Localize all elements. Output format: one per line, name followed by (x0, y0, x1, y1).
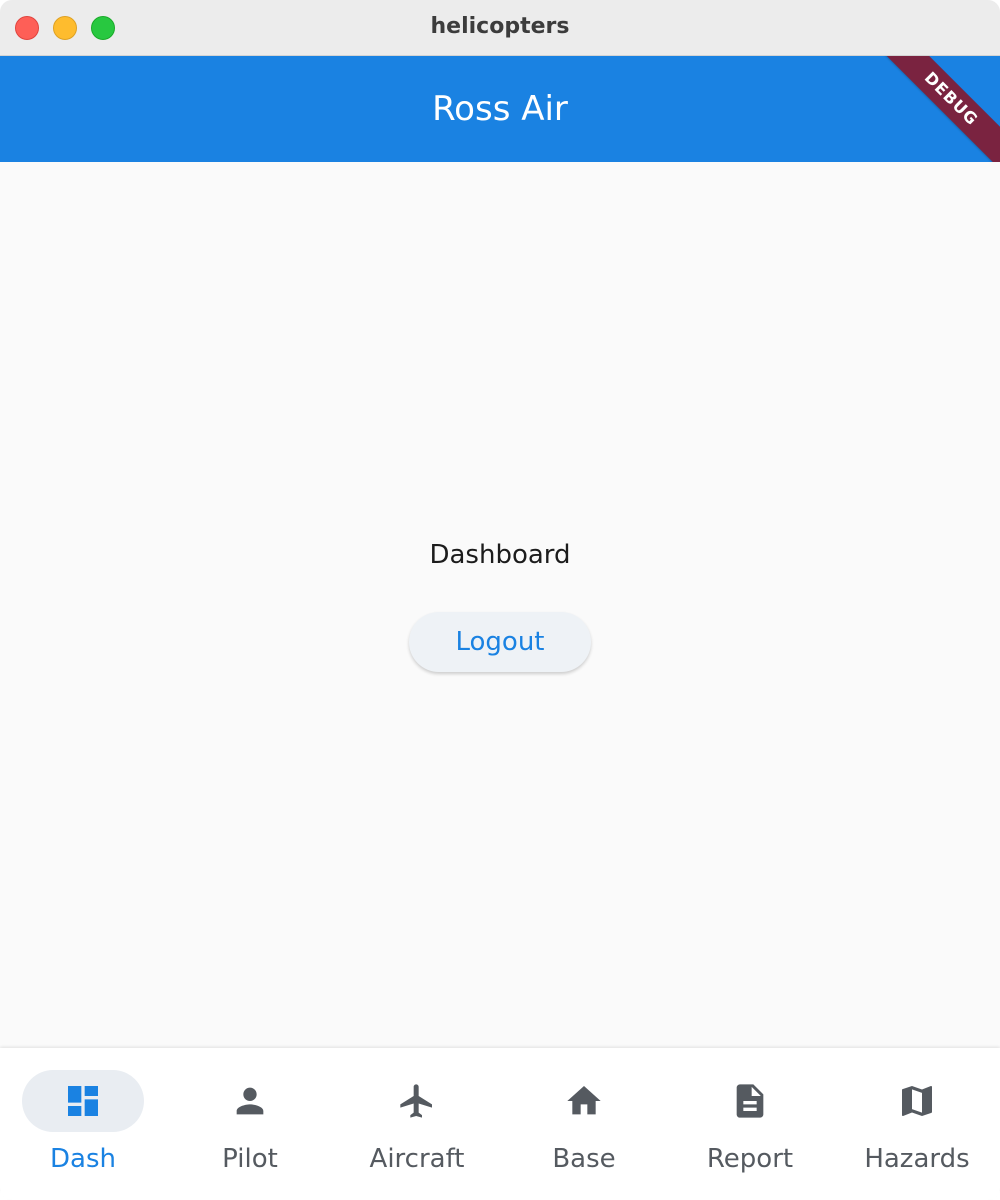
nav-label: Dash (50, 1144, 116, 1174)
dashboard-icon (68, 1086, 98, 1116)
app-title: Ross Air (432, 89, 568, 129)
airplane-icon (400, 1084, 432, 1118)
nav-item-report[interactable]: Report (667, 1048, 833, 1200)
nav-item-aircraft[interactable]: Aircraft (334, 1048, 500, 1200)
nav-label: Aircraft (369, 1144, 465, 1174)
nav-item-dash[interactable]: Dash (0, 1048, 166, 1200)
title-bar: helicopters (0, 0, 1000, 56)
window-title: helicopters (430, 14, 570, 39)
nav-label: Pilot (222, 1144, 278, 1174)
nav-item-hazards[interactable]: Hazards (834, 1048, 1000, 1200)
app-window: helicopters Ross Air DEBUG Dashboard Log… (0, 0, 1000, 1200)
person-icon (236, 1087, 264, 1115)
nav-label: Base (552, 1144, 616, 1174)
home-icon (567, 1086, 601, 1115)
document-icon (736, 1084, 764, 1118)
map-icon (902, 1086, 932, 1116)
nav-item-pilot[interactable]: Pilot (167, 1048, 333, 1200)
logout-button[interactable]: Logout (409, 612, 591, 672)
nav-label: Hazards (864, 1144, 970, 1174)
app-bar: Ross Air DEBUG (0, 56, 1000, 162)
main-content: Dashboard Logout (0, 162, 1000, 1048)
bottom-navigation-bar: Dash Pilot Aircraft Base Report Hazards (0, 1048, 1000, 1200)
nav-label: Report (706, 1144, 794, 1174)
nav-item-base[interactable]: Base (501, 1048, 667, 1200)
page-title: Dashboard (429, 540, 571, 570)
